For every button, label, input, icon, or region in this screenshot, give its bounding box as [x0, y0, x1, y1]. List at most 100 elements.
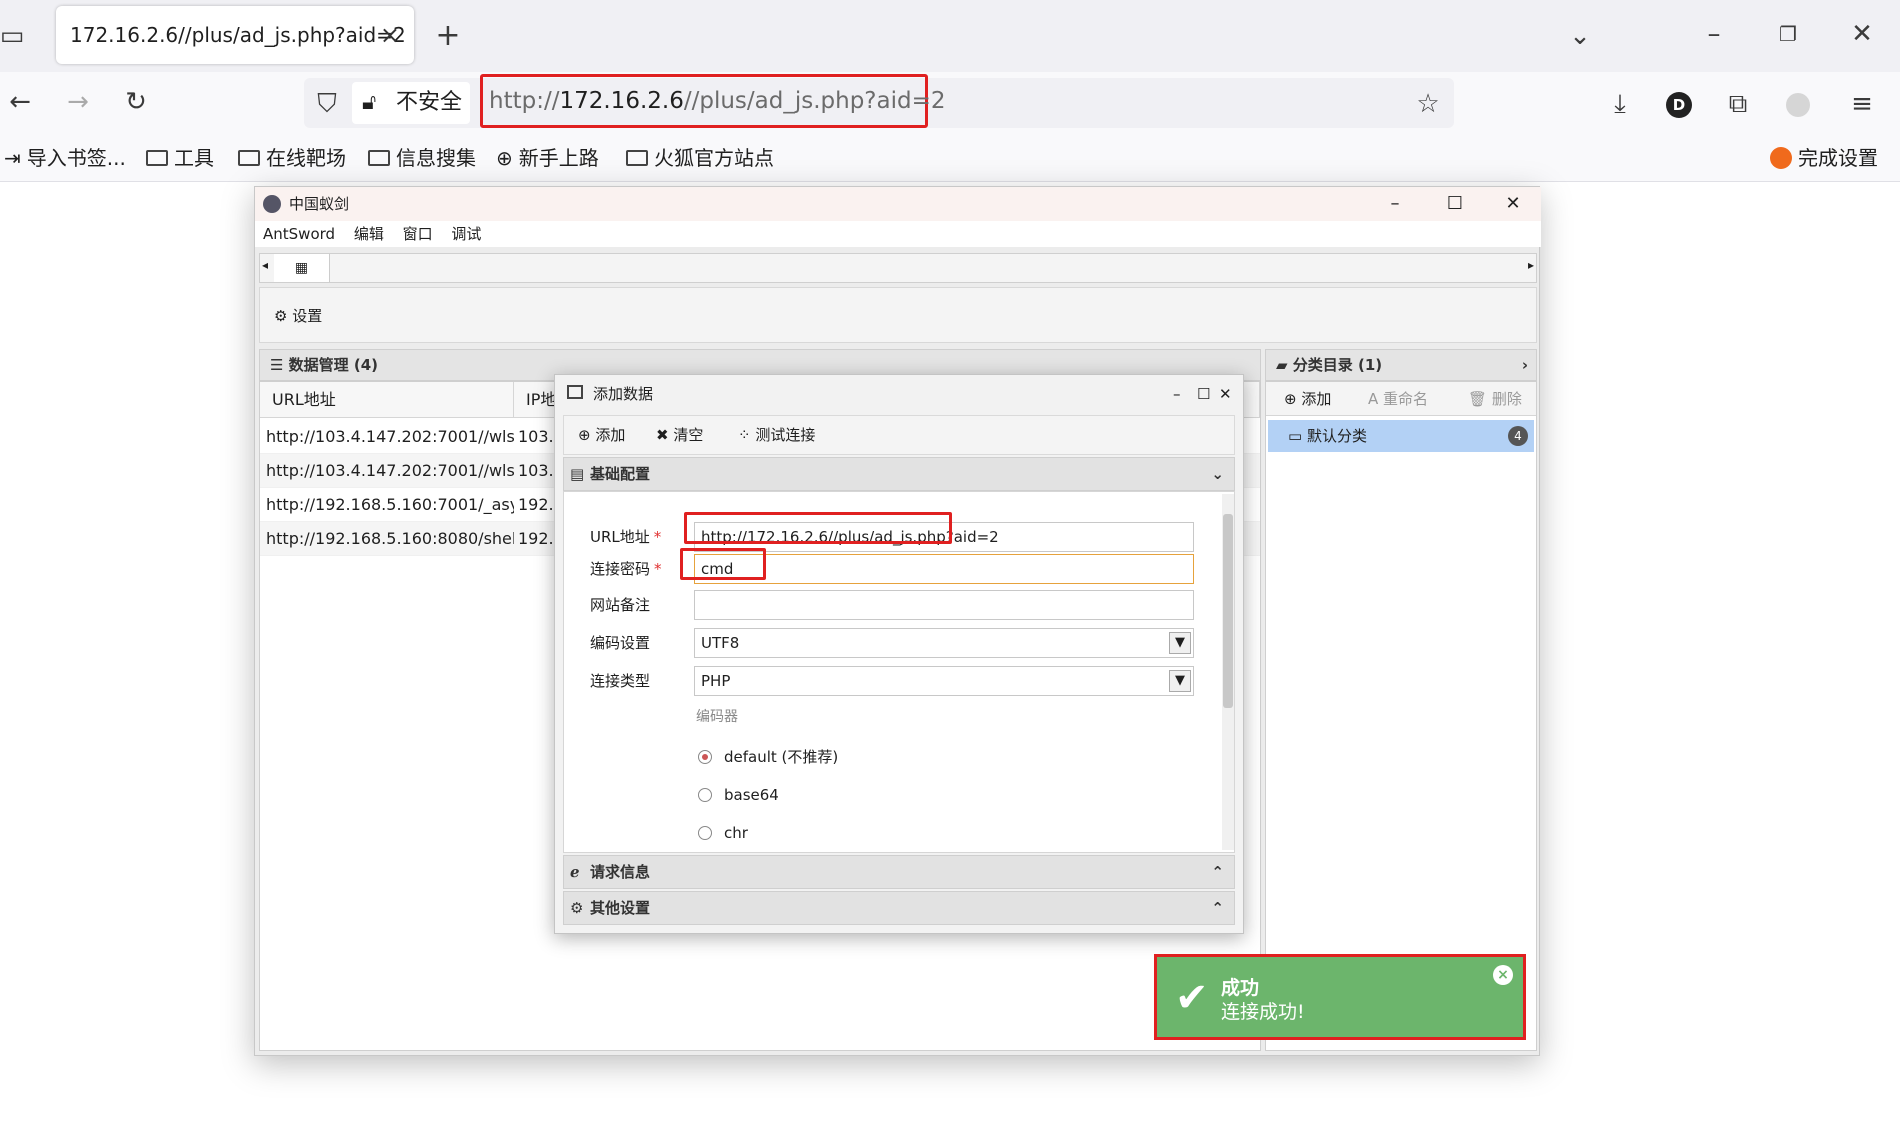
menu-debug[interactable]: 调试 — [451, 225, 481, 243]
encoding-select[interactable]: UTF8 ▼ — [694, 628, 1194, 658]
note-field[interactable] — [694, 590, 1194, 620]
section-request-header[interactable]: ℯ 请求信息 ⌃ — [563, 855, 1235, 889]
dialog-add-button[interactable]: ⊕ 添加 — [578, 416, 625, 454]
label-text: 连接密码 — [590, 560, 651, 578]
form-scrollbar[interactable] — [1222, 494, 1234, 850]
tab-list-icon[interactable]: ▭ — [0, 16, 32, 56]
antsword-logo-icon — [263, 195, 281, 213]
test-connection-label: 测试连接 — [755, 426, 816, 444]
category-delete-button[interactable]: 🗑︎ 删除 — [1468, 382, 1522, 416]
dialog-close-icon[interactable]: ✕ — [1219, 375, 1232, 413]
globe-icon: ⊕ — [496, 146, 513, 170]
category-item-default[interactable]: ▭ 默认分类 4 — [1268, 420, 1534, 452]
forward-icon[interactable]: → — [58, 82, 98, 122]
toast-close-icon[interactable]: × — [1493, 965, 1513, 985]
bookmark-getting-started[interactable]: ⊕ 新手上路 — [496, 142, 599, 174]
gears-icon: ⚙ — [570, 899, 584, 917]
not-secure-indicator[interactable]: 🔓︎ 不安全 — [352, 82, 470, 124]
radio-selected-icon — [698, 750, 712, 764]
finish-setup-button[interactable]: 完成设置 — [1770, 142, 1878, 174]
add-data-dialog: 添加数据 – ☐ ✕ ⊕ 添加 ✖ 清空 ⁘ 测试连接 ▤ 基础配置 ⌄ URL… — [554, 374, 1244, 934]
new-tab-icon[interactable]: + — [428, 16, 468, 56]
encoder-option-default[interactable]: default (不推荐) — [696, 742, 838, 772]
category-panel-title: 分类目录 (1) — [1292, 356, 1383, 374]
test-connection-button[interactable]: ⁘ 测试连接 — [738, 416, 815, 454]
extension-circle-icon[interactable] — [1786, 93, 1810, 117]
settings-button[interactable]: ⚙ 设置 — [274, 307, 322, 325]
firefox-icon — [1770, 147, 1792, 169]
menu-hamburger-icon[interactable]: ≡ — [1842, 84, 1882, 124]
password-field[interactable]: cmd — [694, 554, 1194, 584]
encoder-option-base64[interactable]: base64 — [696, 780, 779, 810]
required-marker: * — [654, 560, 662, 578]
url-field-label: URL地址 * — [590, 522, 661, 552]
collapse-chevron-icon[interactable]: › — [1522, 350, 1528, 380]
label-text: URL地址 — [590, 528, 650, 546]
browser-tab[interactable]: 172.16.2.6//plus/ad_js.php?aid=2 × — [56, 6, 414, 64]
success-toast: ✔ 成功 连接成功! × — [1154, 954, 1526, 1040]
broken-lock-icon: 🔓︎ — [362, 90, 377, 115]
menu-antsword[interactable]: AntSword — [263, 225, 335, 243]
dialog-toolbar: ⊕ 添加 ✖ 清空 ⁘ 测试连接 — [563, 415, 1235, 455]
category-delete-label: 删除 — [1491, 390, 1522, 408]
dialog-maximize-icon[interactable]: ☐ — [1197, 375, 1210, 413]
window-icon — [567, 385, 583, 399]
section-other-header[interactable]: ⚙ 其他设置 ⌃ — [563, 891, 1235, 925]
category-rename-button[interactable]: A 重命名 — [1368, 382, 1428, 416]
bookmark-folder-range[interactable]: 在线靶场 — [238, 142, 346, 174]
scrollbar-thumb[interactable] — [1223, 514, 1233, 708]
tab-close-icon[interactable]: × — [380, 6, 400, 64]
back-icon[interactable]: ← — [0, 82, 40, 122]
tab-scroll-right-icon[interactable]: ▸ — [1528, 258, 1534, 272]
category-panel-header: ▰ 分类目录 (1) › — [1265, 349, 1537, 381]
dialog-minimize-icon[interactable]: – — [1173, 375, 1181, 413]
dialog-titlebar: 添加数据 – ☐ ✕ — [555, 375, 1243, 413]
category-add-button[interactable]: ⊕ 添加 — [1284, 382, 1331, 416]
check-icon: ✔ — [1175, 975, 1209, 1021]
menu-window[interactable]: 窗口 — [403, 225, 433, 243]
antsword-maximize-icon[interactable]: ☐ — [1435, 187, 1475, 221]
url-host: 172.16.2.6 — [559, 88, 684, 114]
antsword-close-icon[interactable]: ✕ — [1493, 187, 1533, 221]
cell-url: http://103.4.147.202:7001//wls-w — [266, 461, 514, 480]
menu-edit[interactable]: 编辑 — [354, 225, 384, 243]
bookmark-folder-firefox[interactable]: 火狐官方站点 — [626, 142, 774, 174]
tab-scroll-left-icon[interactable]: ◂ — [262, 258, 268, 272]
home-tab-grid-icon[interactable]: ▦ — [274, 254, 330, 282]
reload-icon[interactable]: ↻ — [116, 82, 156, 122]
download-icon[interactable]: ⤓ — [1600, 84, 1640, 124]
section-other-title: 其他设置 — [590, 899, 651, 917]
data-panel-title: 数据管理 (4) — [288, 356, 379, 374]
dialog-clear-button[interactable]: ✖ 清空 — [656, 416, 703, 454]
shield-icon[interactable]: ⛉ — [307, 84, 347, 124]
bookmark-star-icon[interactable]: ☆ — [1408, 84, 1448, 124]
folder-icon: ▰ — [1276, 356, 1293, 374]
encoder-option-chr[interactable]: chr — [696, 818, 748, 848]
chevron-down-icon: ⌄ — [1211, 465, 1224, 483]
close-window-icon[interactable]: ✕ — [1842, 14, 1882, 54]
tab-overflow-chevron-icon[interactable]: ⌄ — [1560, 16, 1600, 56]
encoder-option-label: base64 — [724, 786, 779, 804]
antsword-minimize-icon[interactable]: – — [1375, 187, 1415, 221]
folder-icon — [368, 150, 390, 166]
type-select[interactable]: PHP ▼ — [694, 666, 1194, 696]
antsword-toolbar: ⚙ 设置 — [259, 287, 1537, 343]
section-basic-header[interactable]: ▤ 基础配置 ⌄ — [563, 457, 1235, 491]
bookmark-label: 导入书签... — [26, 146, 126, 170]
account-avatar[interactable]: D — [1666, 92, 1692, 118]
chevron-down-icon: ▼ — [1169, 632, 1191, 654]
url-text-highlight[interactable]: http://172.16.2.6//plus/ad_js.php?aid=2 — [480, 74, 946, 128]
bookmark-label: 新手上路 — [518, 146, 599, 170]
bookmark-import[interactable]: ⇥ 导入书签... — [4, 142, 126, 174]
bookmark-folder-info[interactable]: 信息搜集 — [368, 142, 476, 174]
extensions-icon[interactable]: ⧉ — [1718, 84, 1758, 124]
trash-icon: 🗑︎ — [1468, 390, 1492, 408]
antsword-title: 中国蚁剑 — [289, 195, 350, 213]
restore-window-icon[interactable]: ❐ — [1768, 14, 1808, 54]
list-icon: ☰ — [270, 356, 289, 374]
bookmark-folder-tools[interactable]: 工具 — [146, 142, 214, 174]
not-secure-label: 不安全 — [396, 90, 463, 115]
column-header-url[interactable]: URL地址 — [260, 382, 514, 418]
minimize-window-icon[interactable]: – — [1694, 14, 1734, 54]
password-highlight-box — [680, 548, 766, 580]
